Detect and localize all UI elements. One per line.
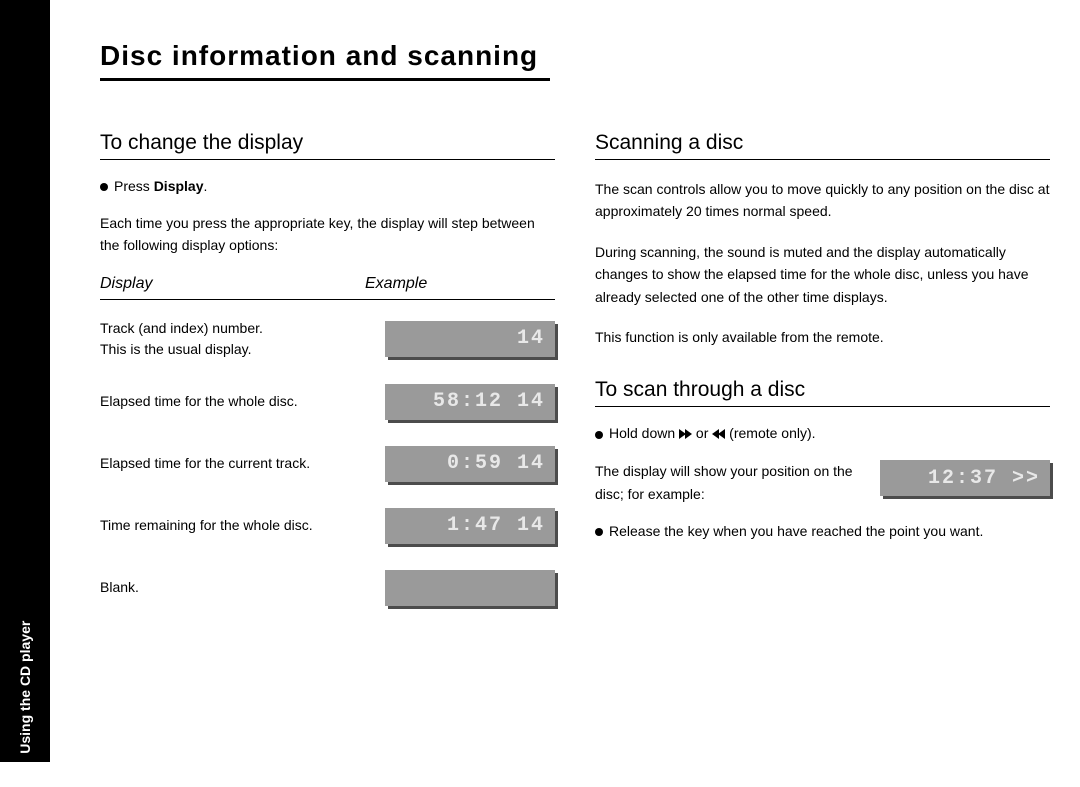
left-heading: To change the display: [100, 131, 555, 155]
row-desc: Time remaining for the whole disc.: [100, 515, 385, 536]
section-divider: [100, 159, 555, 160]
row-desc: Blank.: [100, 577, 385, 598]
section-divider: [595, 159, 1050, 160]
scan-text-post: (remote only).: [725, 425, 815, 441]
sidebar-label: 12 Using the CD player: [17, 621, 33, 787]
table-row: Time remaining for the whole disc. 1:47 …: [100, 506, 555, 546]
right-heading: Scanning a disc: [595, 131, 1050, 155]
row-desc: Track (and index) number. This is the us…: [100, 318, 385, 360]
row-desc: Elapsed time for the current track.: [100, 453, 385, 474]
right-p3: This function is only available from the…: [595, 326, 1050, 348]
right-p1: The scan controls allow you to move quic…: [595, 178, 1050, 223]
position-example-row: The display will show your position on t…: [595, 460, 1050, 523]
table-row: Track (and index) number. This is the us…: [100, 318, 555, 360]
two-column-layout: To change the display Press Display. Eac…: [100, 131, 1050, 630]
section-divider: [595, 406, 1050, 407]
table-row: Blank.: [100, 568, 555, 608]
scan-subsection: To scan through a disc Hold down or (rem…: [595, 378, 1050, 539]
title-underline: [100, 78, 550, 81]
right-p2: During scanning, the sound is muted and …: [595, 241, 1050, 308]
position-text: The display will show your position on t…: [595, 460, 860, 505]
bullet-press-display: Press Display.: [100, 178, 555, 194]
bullet-release: Release the key when you have reached th…: [595, 523, 1050, 539]
left-intro: Each time you press the appropriate key,…: [100, 212, 555, 257]
lcd-display: 1:47 14: [385, 508, 555, 544]
bullet-hold-down: Hold down or (remote only).: [595, 425, 1050, 442]
page-content: Disc information and scanning To change …: [100, 40, 1050, 630]
lcd-display: 58:12 14: [385, 384, 555, 420]
page-title: Disc information and scanning: [100, 40, 1050, 72]
table-row: Elapsed time for the current track. 0:59…: [100, 444, 555, 484]
sidebar-black-bar: 12Using the CD player: [0, 0, 50, 762]
sub-heading: To scan through a disc: [595, 378, 1050, 402]
bullet-text-post: .: [204, 178, 208, 194]
table-row: Elapsed time for the whole disc. 58:12 1…: [100, 382, 555, 422]
lcd-display: 14: [385, 321, 555, 357]
page-number: 12: [17, 772, 33, 787]
bullet-icon: [595, 528, 603, 536]
table-header-row: Display Example: [100, 275, 555, 300]
fast-forward-icon: [679, 426, 692, 442]
lcd-display: [385, 570, 555, 606]
th-example: Example: [365, 275, 555, 293]
bullet-text-pre: Press: [114, 178, 154, 194]
rewind-icon: [712, 426, 725, 442]
lcd-display: 0:59 14: [385, 446, 555, 482]
release-text: Release the key when you have reached th…: [609, 523, 983, 539]
right-column: Scanning a disc The scan controls allow …: [595, 131, 1050, 630]
left-column: To change the display Press Display. Eac…: [100, 131, 555, 630]
scan-text-mid: or: [692, 425, 712, 441]
th-display: Display: [100, 275, 365, 293]
scan-text-pre: Hold down: [609, 425, 679, 441]
lcd-display: 12:37 >>: [880, 460, 1050, 496]
bullet-icon: [100, 183, 108, 191]
chapter-name: Using the CD player: [17, 621, 33, 754]
row-desc: Elapsed time for the whole disc.: [100, 391, 385, 412]
bullet-icon: [595, 431, 603, 439]
bullet-text-bold: Display: [154, 178, 204, 194]
